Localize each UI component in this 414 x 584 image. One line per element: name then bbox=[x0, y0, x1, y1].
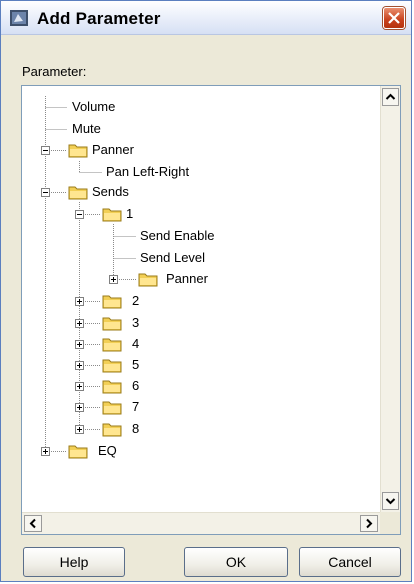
cancel-button[interactable]: Cancel bbox=[299, 547, 401, 577]
tree-item-send-2[interactable]: 2 bbox=[132, 293, 139, 309]
tree-item-send-level[interactable]: Send Level bbox=[140, 250, 205, 266]
folder-icon bbox=[102, 423, 122, 437]
tree-item-eq[interactable]: EQ bbox=[98, 443, 117, 459]
expand-send-1-panner-toggle[interactable] bbox=[109, 275, 118, 284]
tree-item-send-6[interactable]: 6 bbox=[132, 378, 139, 394]
folder-icon bbox=[68, 445, 88, 459]
close-button[interactable] bbox=[383, 7, 405, 29]
arrow-left-icon bbox=[29, 518, 36, 529]
folder-icon bbox=[102, 317, 122, 331]
tree-item-send-8[interactable]: 8 bbox=[132, 421, 139, 437]
folder-icon bbox=[102, 338, 122, 352]
title-bar[interactable]: Add Parameter bbox=[1, 1, 411, 35]
tree-item-send-4[interactable]: 4 bbox=[132, 336, 139, 352]
expand-send-4-toggle[interactable] bbox=[75, 340, 84, 349]
expand-send-5-toggle[interactable] bbox=[75, 361, 84, 370]
collapse-panner-toggle[interactable] bbox=[41, 146, 50, 155]
arrow-right-icon bbox=[366, 518, 373, 529]
expand-send-8-toggle[interactable] bbox=[75, 425, 84, 434]
scroll-down-button[interactable] bbox=[382, 492, 399, 510]
expand-eq-toggle[interactable] bbox=[41, 447, 50, 456]
folder-icon bbox=[138, 273, 158, 287]
folder-icon bbox=[102, 208, 122, 222]
tree-item-send-3[interactable]: 3 bbox=[132, 315, 139, 331]
expand-send-7-toggle[interactable] bbox=[75, 403, 84, 412]
expand-send-6-toggle[interactable] bbox=[75, 382, 84, 391]
collapse-sends-toggle[interactable] bbox=[41, 188, 50, 197]
tree-item-send-1[interactable]: 1 bbox=[126, 206, 133, 222]
tree-item-send-7[interactable]: 7 bbox=[132, 399, 139, 415]
scroll-right-button[interactable] bbox=[360, 515, 378, 532]
arrow-up-icon bbox=[385, 93, 396, 100]
tree-item-pan-left-right[interactable]: Pan Left-Right bbox=[106, 164, 189, 180]
app-icon bbox=[10, 10, 28, 26]
folder-icon bbox=[68, 144, 88, 158]
parameter-label: Parameter: bbox=[22, 64, 87, 79]
tree-item-panner[interactable]: Panner bbox=[92, 142, 134, 158]
folder-icon bbox=[102, 359, 122, 373]
tree-item-send-enable[interactable]: Send Enable bbox=[140, 228, 214, 244]
scroll-left-button[interactable] bbox=[24, 515, 42, 532]
tree-item-send-5[interactable]: 5 bbox=[132, 357, 139, 373]
tree-item-sends[interactable]: Sends bbox=[92, 184, 129, 200]
collapse-send-1-toggle[interactable] bbox=[75, 210, 84, 219]
arrow-down-icon bbox=[385, 498, 396, 505]
expand-send-2-toggle[interactable] bbox=[75, 297, 84, 306]
scrollbar-corner bbox=[380, 512, 400, 534]
horizontal-scrollbar[interactable] bbox=[22, 512, 380, 534]
tree-item-send-1-panner[interactable]: Panner bbox=[166, 271, 208, 287]
add-parameter-dialog: Add Parameter Parameter: Volume Mute Pan… bbox=[0, 0, 412, 582]
tree-item-mute[interactable]: Mute bbox=[72, 121, 101, 137]
tree-item-volume[interactable]: Volume bbox=[72, 99, 115, 115]
parameter-tree[interactable]: Volume Mute Panner Pan Left-Right Sends bbox=[21, 85, 401, 535]
help-button[interactable]: Help bbox=[23, 547, 125, 577]
folder-icon bbox=[68, 186, 88, 200]
window-title: Add Parameter bbox=[37, 9, 161, 28]
tree-viewport: Volume Mute Panner Pan Left-Right Sends bbox=[22, 86, 380, 512]
expand-send-3-toggle[interactable] bbox=[75, 319, 84, 328]
close-icon bbox=[388, 12, 400, 24]
ok-button[interactable]: OK bbox=[184, 547, 288, 577]
vertical-scrollbar[interactable] bbox=[380, 86, 400, 512]
scroll-up-button[interactable] bbox=[382, 88, 399, 106]
folder-icon bbox=[102, 295, 122, 309]
folder-icon bbox=[102, 401, 122, 415]
folder-icon bbox=[102, 380, 122, 394]
